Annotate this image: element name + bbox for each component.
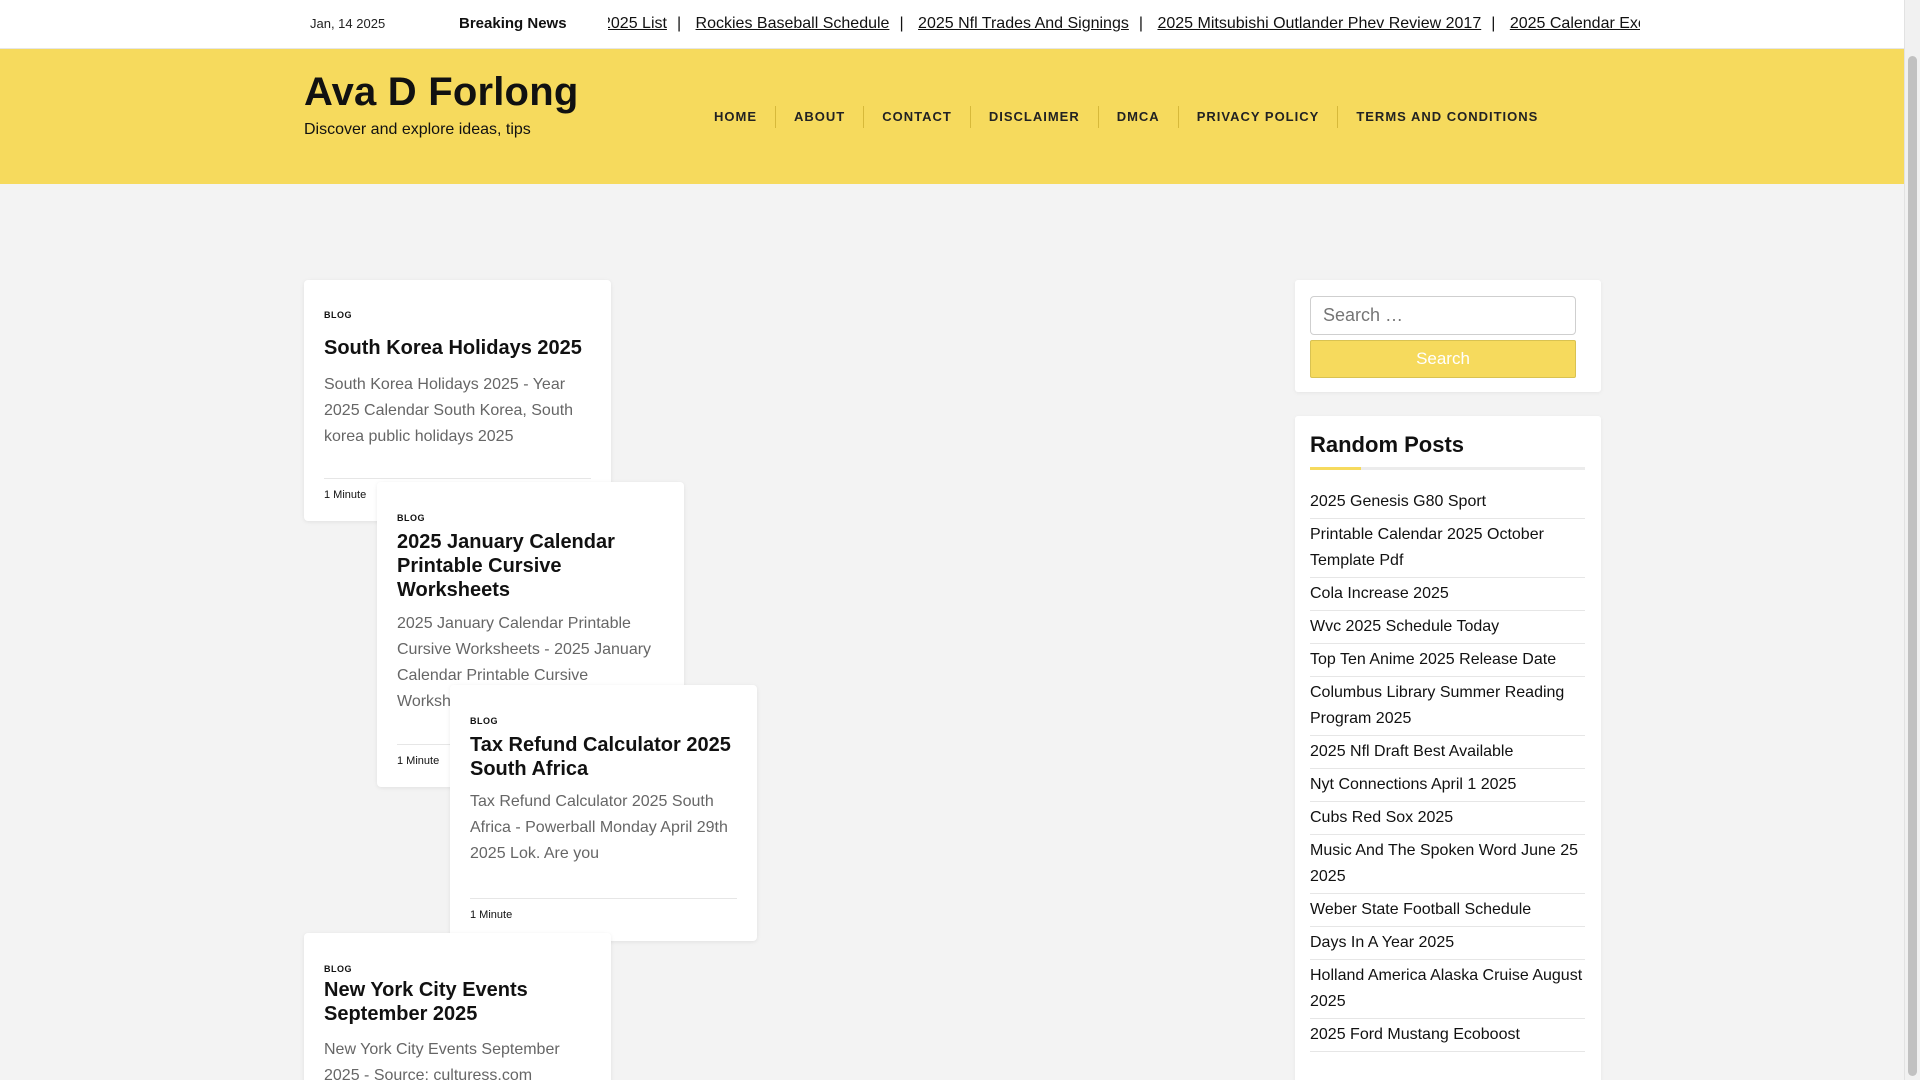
search-input[interactable] [1310, 296, 1576, 335]
current-date: Jan, 14 2025 [310, 16, 386, 31]
post-title[interactable]: Tax Refund Calculator 2025 South Africa [470, 733, 739, 781]
post-title[interactable]: New York City Events September 2025 [324, 978, 593, 1026]
nav-terms-and-conditions[interactable]: TERMS AND CONDITIONS [1338, 106, 1556, 128]
post-title[interactable]: South Korea Holidays 2025 [324, 336, 593, 360]
post-card: BLOG Tax Refund Calculator 2025 South Af… [450, 685, 757, 941]
site-title[interactable]: Ava D Forlong [304, 70, 578, 115]
post-divider [324, 478, 591, 479]
random-post-link[interactable]: 2025 Nfl Draft Best Available [1310, 736, 1585, 769]
ticker-link[interactable]: 2025 Mitsubishi Outlander Phev Review 20… [1157, 15, 1481, 32]
nav-home[interactable]: HOME [696, 106, 776, 128]
post-card: BLOG New York City Events September 2025… [304, 933, 611, 1080]
post-category[interactable]: BLOG [397, 513, 425, 523]
post-read-time: 1 Minute [324, 489, 367, 501]
post-excerpt: Tax Refund Calculator 2025 South Africa … [470, 793, 728, 862]
title-underline [1310, 467, 1585, 470]
random-post-link[interactable]: Nyt Connections April 1 2025 [1310, 769, 1585, 802]
random-post-link[interactable]: Cubs Red Sox 2025 [1310, 802, 1585, 835]
search-button[interactable]: Search [1310, 340, 1576, 378]
nav-about[interactable]: ABOUT [776, 106, 865, 128]
nav-privacy-policy[interactable]: PRIVACY POLICY [1179, 106, 1339, 128]
ticker-link[interactable]: Rockies Baseball Schedule [696, 15, 890, 32]
post-title[interactable]: 2025 January Calendar Printable Cursive … [397, 530, 666, 602]
random-post-link[interactable]: Cola Increase 2025 [1310, 578, 1585, 611]
site-tagline: Discover and explore ideas, tips [304, 121, 531, 138]
ticker-separator: | [1491, 15, 1496, 32]
post-divider [470, 898, 737, 899]
post-excerpt: New York City Events September 2025 - So… [324, 1041, 560, 1080]
post-category[interactable]: BLOG [470, 716, 498, 726]
random-post-link[interactable]: Days In A Year 2025 [1310, 927, 1585, 960]
random-posts-title: Random Posts [1310, 432, 1465, 457]
post-read-time: 1 Minute [397, 755, 440, 767]
scrollbar-thumb[interactable] [1908, 56, 1917, 1076]
random-post-link[interactable]: Top Ten Anime 2025 Release Date [1310, 644, 1585, 677]
random-post-link[interactable]: 2025 Genesis G80 Sport [1310, 486, 1585, 519]
post-read-time: 1 Minute [470, 909, 513, 921]
post-category[interactable]: BLOG [324, 310, 352, 320]
random-post-link[interactable]: Wvc 2025 Schedule Today [1310, 611, 1585, 644]
page-scrollbar[interactable] [1904, 0, 1920, 1080]
ticker-separator: | [1138, 15, 1144, 32]
ticker-link[interactable]: 2025 List [608, 15, 667, 32]
main-nav: HOME ABOUT CONTACT DISCLAIMER DMCA PRIVA… [696, 106, 1556, 128]
random-post-link[interactable]: Holland America Alaska Cruise August 202… [1310, 960, 1585, 1019]
nav-dmca[interactable]: DMCA [1099, 106, 1179, 128]
random-post-link[interactable]: Music And The Spoken Word June 25 2025 [1310, 835, 1585, 894]
random-post-link[interactable]: Columbus Library Summer Reading Program … [1310, 677, 1585, 736]
post-excerpt: South Korea Holidays 2025 - Year 2025 Ca… [324, 376, 574, 445]
ticker-separator: | [899, 15, 904, 32]
site-header: Ava D Forlong Discover and explore ideas… [0, 49, 1904, 184]
random-post-link[interactable]: Printable Calendar 2025 October Template… [1310, 519, 1585, 578]
search-widget: Search [1295, 280, 1601, 392]
nav-disclaimer[interactable]: DISCLAIMER [971, 106, 1099, 128]
random-posts-list: 2025 Genesis G80 Sport Printable Calenda… [1310, 486, 1585, 1052]
ticker-separator: | [676, 15, 682, 32]
breaking-news-label: Breaking News [459, 15, 567, 32]
top-bar: Jan, 14 2025 Breaking News 2025 List | Ro… [0, 0, 1904, 49]
random-post-link[interactable]: 2025 Ford Mustang Ecoboost [1310, 1019, 1585, 1052]
news-ticker: 2025 List | Rockies Baseball Schedule | 20… [608, 0, 1640, 49]
random-posts-widget: Random Posts 2025 Genesis G80 Sport Prin… [1295, 416, 1601, 1080]
post-category[interactable]: BLOG [324, 964, 352, 974]
ticker-link[interactable]: 2025 Calendar Excel [1510, 15, 1640, 32]
ticker-link[interactable]: 2025 Nfl Trades And Signings [918, 15, 1129, 32]
nav-contact[interactable]: CONTACT [864, 106, 971, 128]
random-post-link[interactable]: Weber State Football Schedule [1310, 894, 1585, 927]
